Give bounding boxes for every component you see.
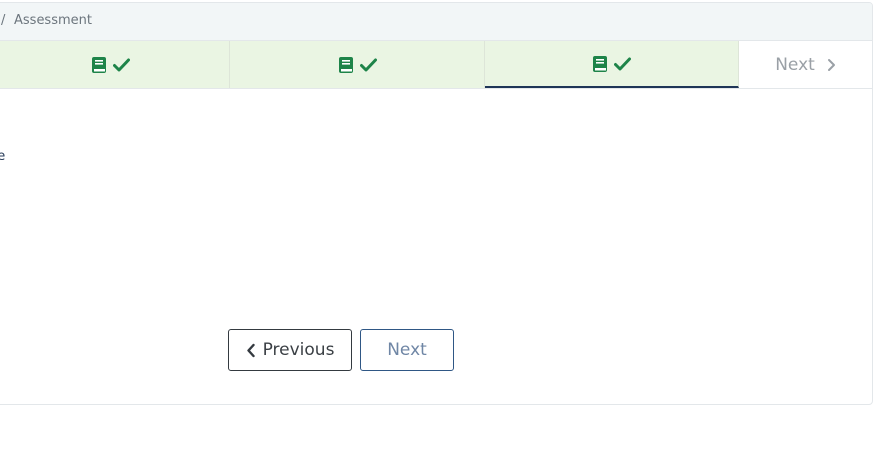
breadcrumb-current: Assessment bbox=[14, 13, 92, 28]
chevron-left-icon bbox=[246, 343, 256, 358]
check-icon bbox=[614, 57, 631, 71]
check-icon bbox=[112, 58, 130, 72]
previous-button-label: Previous bbox=[262, 340, 335, 360]
tab-step-1[interactable] bbox=[0, 41, 230, 88]
check-icon bbox=[359, 58, 377, 72]
next-button[interactable]: Next bbox=[360, 329, 454, 371]
breadcrumb-separator: / bbox=[1, 13, 6, 28]
previous-button[interactable]: Previous bbox=[228, 329, 352, 371]
tab-step-2[interactable] bbox=[230, 41, 485, 88]
tab-next-label: Next bbox=[775, 54, 815, 75]
book-icon bbox=[592, 55, 608, 73]
lesson-card: / Assessment Next Previous Next bbox=[0, 2, 873, 405]
book-icon bbox=[91, 56, 107, 74]
progress-tabs: Next bbox=[0, 41, 872, 89]
next-button-label: Next bbox=[387, 340, 427, 360]
content-text: ge bbox=[0, 149, 5, 164]
tab-next[interactable]: Next bbox=[739, 41, 872, 88]
tab-step-3[interactable] bbox=[485, 41, 739, 88]
chevron-right-icon bbox=[827, 58, 836, 72]
breadcrumb: / Assessment bbox=[0, 3, 872, 41]
book-icon bbox=[338, 56, 354, 74]
